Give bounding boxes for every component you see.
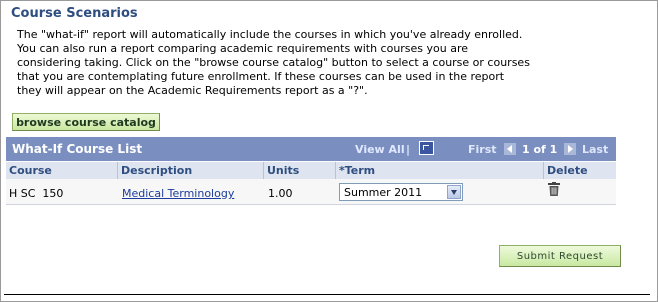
column-header-description: Description <box>118 162 264 179</box>
view-all-separator: | <box>406 143 411 156</box>
intro-text: The "what-if" report will automatically … <box>17 28 530 97</box>
column-header-delete: Delete <box>544 162 616 179</box>
arrow-left-icon[interactable] <box>504 143 516 155</box>
column-header-units: Units <box>264 162 336 179</box>
course-cell: H SC 150 <box>9 187 64 200</box>
row-count: 1 of 1 <box>522 143 558 156</box>
trash-icon[interactable] <box>548 182 560 196</box>
submit-request-button[interactable]: Submit Request <box>499 245 621 267</box>
zoom-grid-icon[interactable] <box>419 141 434 155</box>
grid-header: What-If Course List View All | First 1 o… <box>6 137 616 161</box>
column-header-term: *Term <box>336 162 544 179</box>
table-row <box>6 179 616 205</box>
last-link[interactable]: Last <box>582 143 608 156</box>
units-cell: 1.00 <box>268 187 293 200</box>
bottom-divider <box>4 294 650 295</box>
first-link[interactable]: First <box>468 143 497 156</box>
page-title: Course Scenarios <box>11 6 138 21</box>
chevron-down-icon[interactable] <box>447 185 461 199</box>
browse-course-catalog-button[interactable]: browse course catalog <box>12 113 160 131</box>
grid-title: What-If Course List <box>12 142 143 156</box>
term-select[interactable]: Summer 2011 <box>339 183 463 201</box>
view-all-link[interactable]: View All <box>355 143 405 156</box>
column-header-course: Course <box>6 162 118 179</box>
arrow-right-icon[interactable] <box>564 143 576 155</box>
term-select-value: Summer 2011 <box>344 186 423 199</box>
description-link[interactable]: Medical Terminology <box>122 187 234 200</box>
